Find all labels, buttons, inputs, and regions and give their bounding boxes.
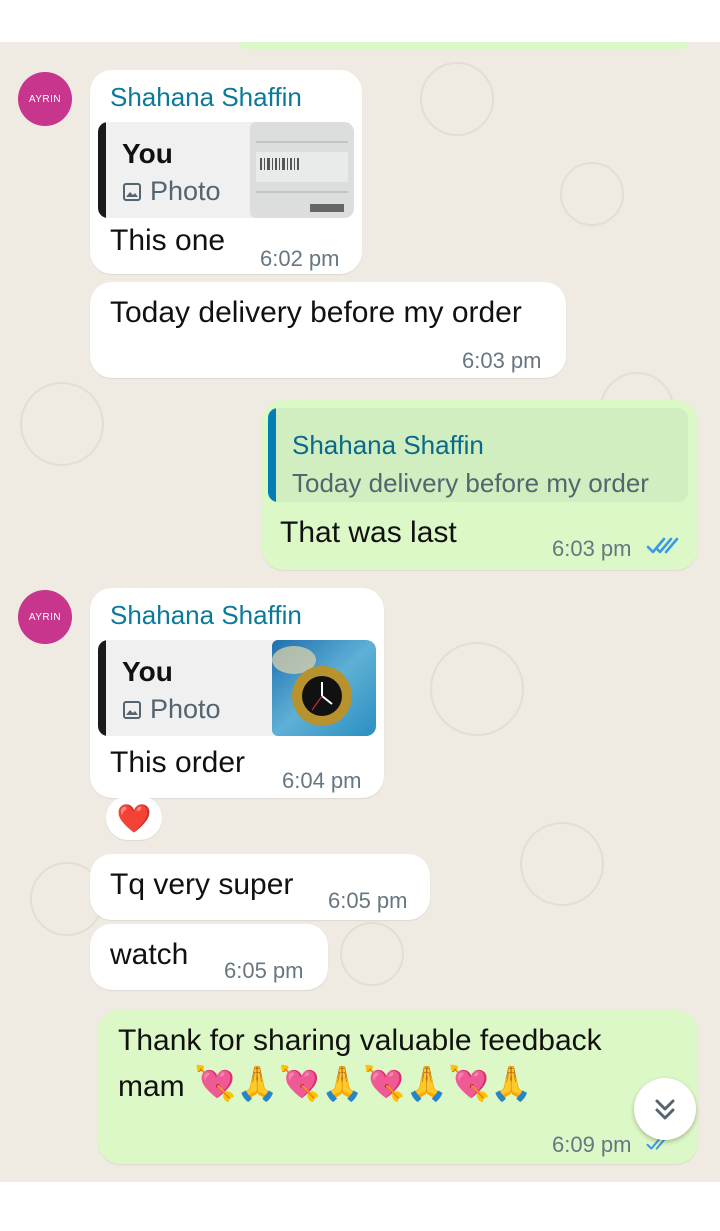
contact-avatar[interactable]: AYRIN bbox=[18, 590, 72, 644]
quote-photo-thumbnail bbox=[272, 640, 376, 736]
image-icon bbox=[123, 701, 141, 719]
quote-author: Shahana Shaffin bbox=[292, 430, 484, 460]
quote-bar bbox=[98, 122, 106, 218]
quoted-message[interactable]: You Photo bbox=[98, 122, 354, 218]
quoted-message[interactable]: Shahana Shaffin Today delivery before my… bbox=[268, 408, 688, 502]
message-time: 6:03 pm bbox=[552, 536, 632, 561]
message-time: 6:09 pm bbox=[552, 1132, 632, 1157]
quote-author: You bbox=[122, 138, 173, 169]
outgoing-message-bubble[interactable]: Thank for sharing valuable feedback mam … bbox=[98, 1010, 698, 1164]
double-check-icon bbox=[646, 537, 679, 554]
incoming-message-bubble[interactable]: Tq very super 6:05 pm bbox=[90, 854, 430, 920]
message-time: 6:05 pm bbox=[224, 958, 304, 983]
message-text-line2: mam bbox=[118, 1070, 185, 1103]
message-text: That was last bbox=[280, 516, 457, 549]
reaction-badge[interactable]: ❤️ bbox=[106, 796, 162, 840]
message-time: 6:03 pm bbox=[462, 348, 542, 373]
outgoing-message-bubble[interactable]: Shahana Shaffin Today delivery before my… bbox=[262, 400, 698, 570]
message-text: This one bbox=[110, 224, 226, 257]
quote-text: Today delivery before my order bbox=[292, 468, 649, 498]
previous-message-edge bbox=[240, 42, 688, 50]
double-chevron-down-icon bbox=[655, 1099, 675, 1120]
message-text-line1: Thank for sharing valuable feedback bbox=[118, 1024, 602, 1057]
quote-photo-label: Photo bbox=[122, 176, 221, 207]
message-text: Tq very super bbox=[110, 868, 294, 901]
sender-name[interactable]: Shahana Shaffin bbox=[110, 600, 302, 631]
image-icon bbox=[123, 183, 141, 201]
incoming-message-bubble[interactable]: Shahana Shaffin You Photo This one 6:02 … bbox=[90, 70, 362, 274]
quote-author: You bbox=[122, 656, 173, 687]
quote-photo-label: Photo bbox=[122, 694, 221, 725]
incoming-message-bubble[interactable]: Shahana Shaffin You Photo This order 6:0… bbox=[90, 588, 384, 798]
contact-avatar[interactable]: AYRIN bbox=[18, 72, 72, 126]
message-text: Today delivery before my order bbox=[110, 296, 522, 329]
quote-photo-thumbnail bbox=[250, 122, 354, 218]
quote-bar bbox=[98, 640, 106, 736]
message-time: 6:05 pm bbox=[328, 888, 408, 913]
incoming-message-bubble[interactable]: Today delivery before my order 6:03 pm bbox=[90, 282, 566, 378]
message-time: 6:02 pm bbox=[260, 246, 340, 271]
quoted-message[interactable]: You Photo bbox=[98, 640, 376, 736]
message-time: 6:04 pm bbox=[282, 768, 362, 793]
scroll-to-bottom-button[interactable] bbox=[634, 1078, 696, 1140]
quote-bar bbox=[268, 408, 276, 502]
bottom-area bbox=[0, 1182, 720, 1231]
sender-name[interactable]: Shahana Shaffin bbox=[110, 82, 302, 113]
message-text: This order bbox=[110, 746, 246, 779]
emoji-sequence: 💘🙏💘🙏💘🙏💘🙏 bbox=[194, 1065, 533, 1103]
message-text: watch bbox=[110, 938, 189, 971]
incoming-message-bubble[interactable]: watch 6:05 pm bbox=[90, 924, 328, 990]
